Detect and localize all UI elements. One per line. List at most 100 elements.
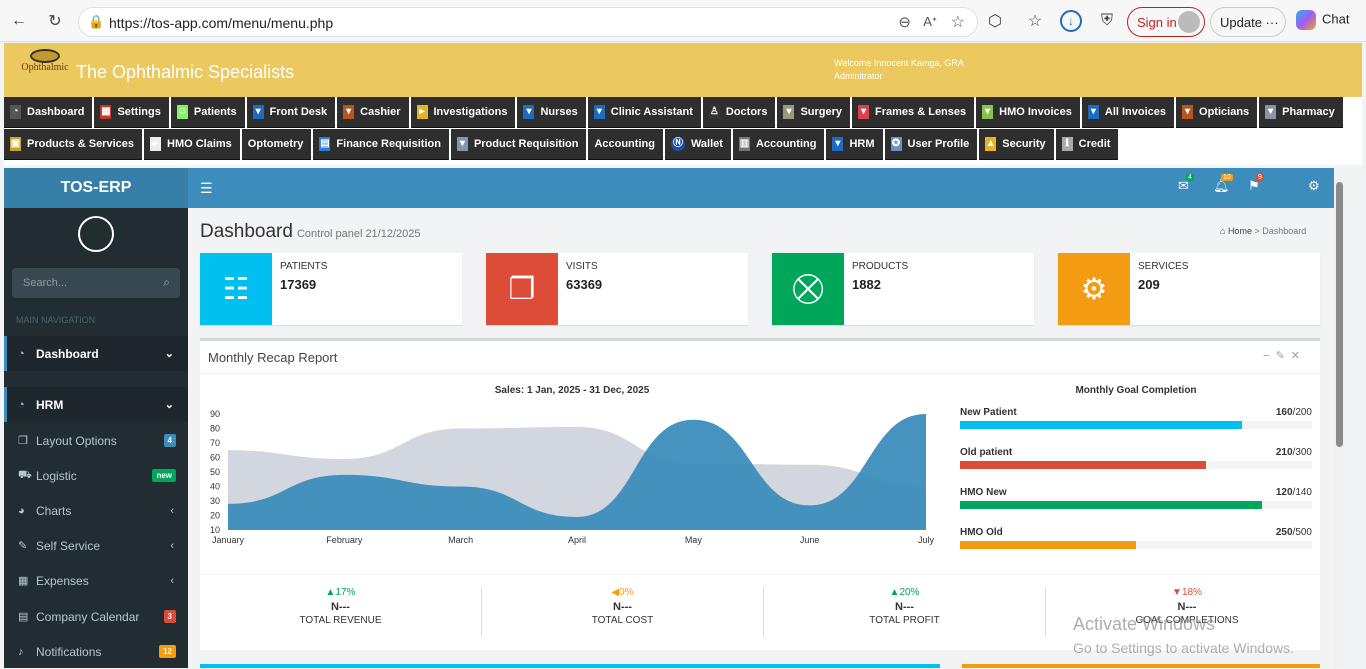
- menu-item-investigations[interactable]: ▸Investigations: [411, 97, 516, 128]
- sidebar-item-expenses[interactable]: ▦Expenses‹: [4, 563, 188, 598]
- goal-track: [960, 541, 1312, 549]
- grid-icon: ▦: [100, 105, 111, 119]
- sales-chart-title: Sales: 1 Jan, 2025 - 31 Dec, 2025: [200, 385, 944, 396]
- menu-item-settings[interactable]: ▦ Settings: [94, 97, 168, 128]
- menu-item-dashboard[interactable]: ◔Dashboard: [4, 97, 92, 128]
- edit-icon: ✎: [18, 539, 36, 552]
- welcome-text: Welcome Innocent Kamga, GRA Adminitrator: [834, 57, 964, 83]
- stat-label: TOTAL COST: [482, 615, 763, 626]
- sign-in-button[interactable]: Sign in: [1127, 7, 1205, 37]
- info-box-products[interactable]: ⛒PRODUCTS1882: [772, 253, 1034, 325]
- goal-value: 160/200: [1276, 407, 1312, 418]
- sidebar-item-label: Layout Options: [36, 434, 117, 448]
- menu-item-accounting[interactable]: ▥Accounting: [733, 129, 825, 160]
- menu-item-security[interactable]: ▲Security: [979, 129, 1053, 160]
- favorite-star-icon[interactable]: ☆: [951, 12, 965, 32]
- stat-total-profit: ▲20%N---TOTAL PROFIT: [764, 587, 1046, 637]
- brand-logo[interactable]: TOS-ERP: [4, 168, 188, 208]
- menu-item-label: Opticians: [1199, 106, 1249, 118]
- lock-icon: 🔒: [88, 14, 104, 30]
- sidebar-toggle-icon[interactable]: ☰: [200, 180, 213, 197]
- menu-item-optometry[interactable]: Optometry: [242, 129, 312, 160]
- refresh-icon[interactable]: ↻: [44, 10, 66, 32]
- search-icon[interactable]: ⌕: [163, 275, 170, 290]
- collapse-icon[interactable]: −: [1263, 350, 1275, 362]
- menu-item-all-invoices[interactable]: ▾All Invoices: [1082, 97, 1174, 128]
- menu-item-nurses[interactable]: ▾Nurses: [517, 97, 585, 128]
- bell-icon[interactable]: 🔔︎10: [1213, 178, 1230, 194]
- menu-item-accounting[interactable]: Accounting: [588, 129, 663, 160]
- info-box-patients[interactable]: ☷PATIENTS17369: [200, 253, 462, 325]
- menu-row-1: ◔Dashboard▦Settings☺Patients▾Front Desk▾…: [4, 97, 1345, 128]
- sidebar-item-self-service[interactable]: ✎Self Service‹: [4, 528, 188, 563]
- scrollbar-thumb[interactable]: [1336, 182, 1343, 447]
- menu-item-user-profile[interactable]: ✪User Profile: [885, 129, 978, 160]
- stat-percent: ▲20%: [764, 587, 1045, 598]
- y-tick-label: 90: [210, 409, 220, 419]
- flag-icon[interactable]: ⚑9: [1248, 178, 1260, 194]
- stat-percent-value: 17%: [335, 587, 355, 598]
- menu-item-product-requisition[interactable]: ▾Product Requisition: [451, 129, 587, 160]
- menu-item-wallet[interactable]: ⓃWallet: [665, 129, 731, 160]
- menu-item-surgery[interactable]: ▾Surgery: [777, 97, 850, 128]
- sidebar-search-input[interactable]: Search... ⌕: [12, 268, 180, 298]
- page-subtitle: Control panel 21/12/2025: [297, 228, 421, 240]
- menu-item-pharmacy[interactable]: ▾Pharmacy: [1259, 97, 1343, 128]
- goal-title: Monthly Goal Completion: [960, 385, 1312, 396]
- y-tick-label: 80: [210, 424, 220, 434]
- shield-icon[interactable]: ⛨: [1096, 10, 1118, 32]
- back-icon[interactable]: ←: [8, 10, 30, 32]
- sidebar-item-hrm[interactable]: ◔HRM⌄: [4, 387, 188, 422]
- menu-item-hmo-claims[interactable]: ▸HMO Claims: [144, 129, 240, 160]
- sidebar-item-label: Charts: [36, 504, 71, 518]
- close-icon[interactable]: ✕: [1291, 350, 1306, 362]
- menu-item-label: Settings: [117, 106, 160, 118]
- menu-item-label: Investigations: [434, 106, 508, 118]
- menu-item-doctors[interactable]: ♙Doctors: [703, 97, 776, 128]
- info-box-label: SERVICES: [1138, 261, 1188, 272]
- extensions-icon[interactable]: ⬡: [984, 10, 1006, 32]
- menu-item-patients[interactable]: ☺Patients: [171, 97, 245, 128]
- menu-item-label: Frames & Lenses: [875, 106, 966, 118]
- read-aloud-icon[interactable]: Aᐩ: [923, 14, 937, 30]
- mail-icon[interactable]: ✉4: [1178, 178, 1189, 194]
- goal-label: HMO New: [960, 487, 1007, 498]
- pie-chart-icon: ◕: [18, 505, 36, 517]
- menu-item-cashier[interactable]: ▾Cashier: [337, 97, 408, 128]
- menu-item-opticians[interactable]: ▾Opticians: [1176, 97, 1257, 128]
- sidebar-item-company-calendar[interactable]: ▤Company Calendar3: [4, 599, 188, 634]
- menu-item-hmo-invoices[interactable]: ▾HMO Invoices: [976, 97, 1080, 128]
- update-button[interactable]: Update ···: [1210, 7, 1286, 37]
- menu-item-credit[interactable]: ℹCredit: [1056, 129, 1119, 160]
- download-icon[interactable]: ↓: [1060, 10, 1082, 32]
- menu-row-2: ▣Products & Services▸HMO ClaimsOptometry…: [4, 129, 1120, 160]
- sidebar-item-logistic[interactable]: ⛟Logisticnew: [4, 458, 188, 493]
- sidebar-item-layout-options[interactable]: ❐Layout Options4: [4, 423, 188, 458]
- chevron-left-icon: ‹: [170, 575, 174, 587]
- info-box-visits[interactable]: ❐VISITS63369: [486, 253, 748, 325]
- breadcrumb-home[interactable]: Home: [1228, 226, 1252, 236]
- dropdown-icon: ▾: [343, 105, 354, 119]
- play-icon: ▸: [150, 137, 161, 151]
- menu-item-finance-requisition[interactable]: ▤Finance Requisition: [313, 129, 449, 160]
- sidebar-item-notifications[interactable]: ♪Notifications12: [4, 634, 188, 669]
- wrench-icon[interactable]: ✎: [1276, 350, 1291, 362]
- x-tick-label: January: [212, 535, 245, 545]
- zoom-icon[interactable]: ⊖: [898, 13, 911, 31]
- copilot-chat-button[interactable]: Chat: [1296, 10, 1349, 30]
- users-icon: ☺: [177, 105, 188, 119]
- settings-gears-icon[interactable]: ⚙: [1308, 178, 1320, 194]
- address-bar[interactable]: 🔒 https://tos-app.com/menu/menu.php ⊖ Aᐩ…: [78, 7, 978, 37]
- logo-text: Ophthalmic: [21, 62, 68, 73]
- menu-item-front-desk[interactable]: ▾Front Desk: [247, 97, 335, 128]
- favorites-icon[interactable]: ☆: [1024, 10, 1046, 32]
- info-icon: ℹ: [1062, 137, 1073, 151]
- info-box-services[interactable]: ⚙SERVICES209: [1058, 253, 1320, 325]
- menu-item-products-services[interactable]: ▣Products & Services: [4, 129, 142, 160]
- menu-item-hrm[interactable]: ▾HRM: [826, 129, 882, 160]
- menu-item-clinic-assistant[interactable]: ▾Clinic Assistant: [588, 97, 701, 128]
- sidebar-item-dashboard[interactable]: ◔Dashboard⌄: [4, 336, 188, 371]
- menu-item-frames-lenses[interactable]: ▾Frames & Lenses: [852, 97, 974, 128]
- sidebar-item-charts[interactable]: ◕Charts‹: [4, 493, 188, 528]
- sign-in-label: Sign in: [1137, 15, 1177, 30]
